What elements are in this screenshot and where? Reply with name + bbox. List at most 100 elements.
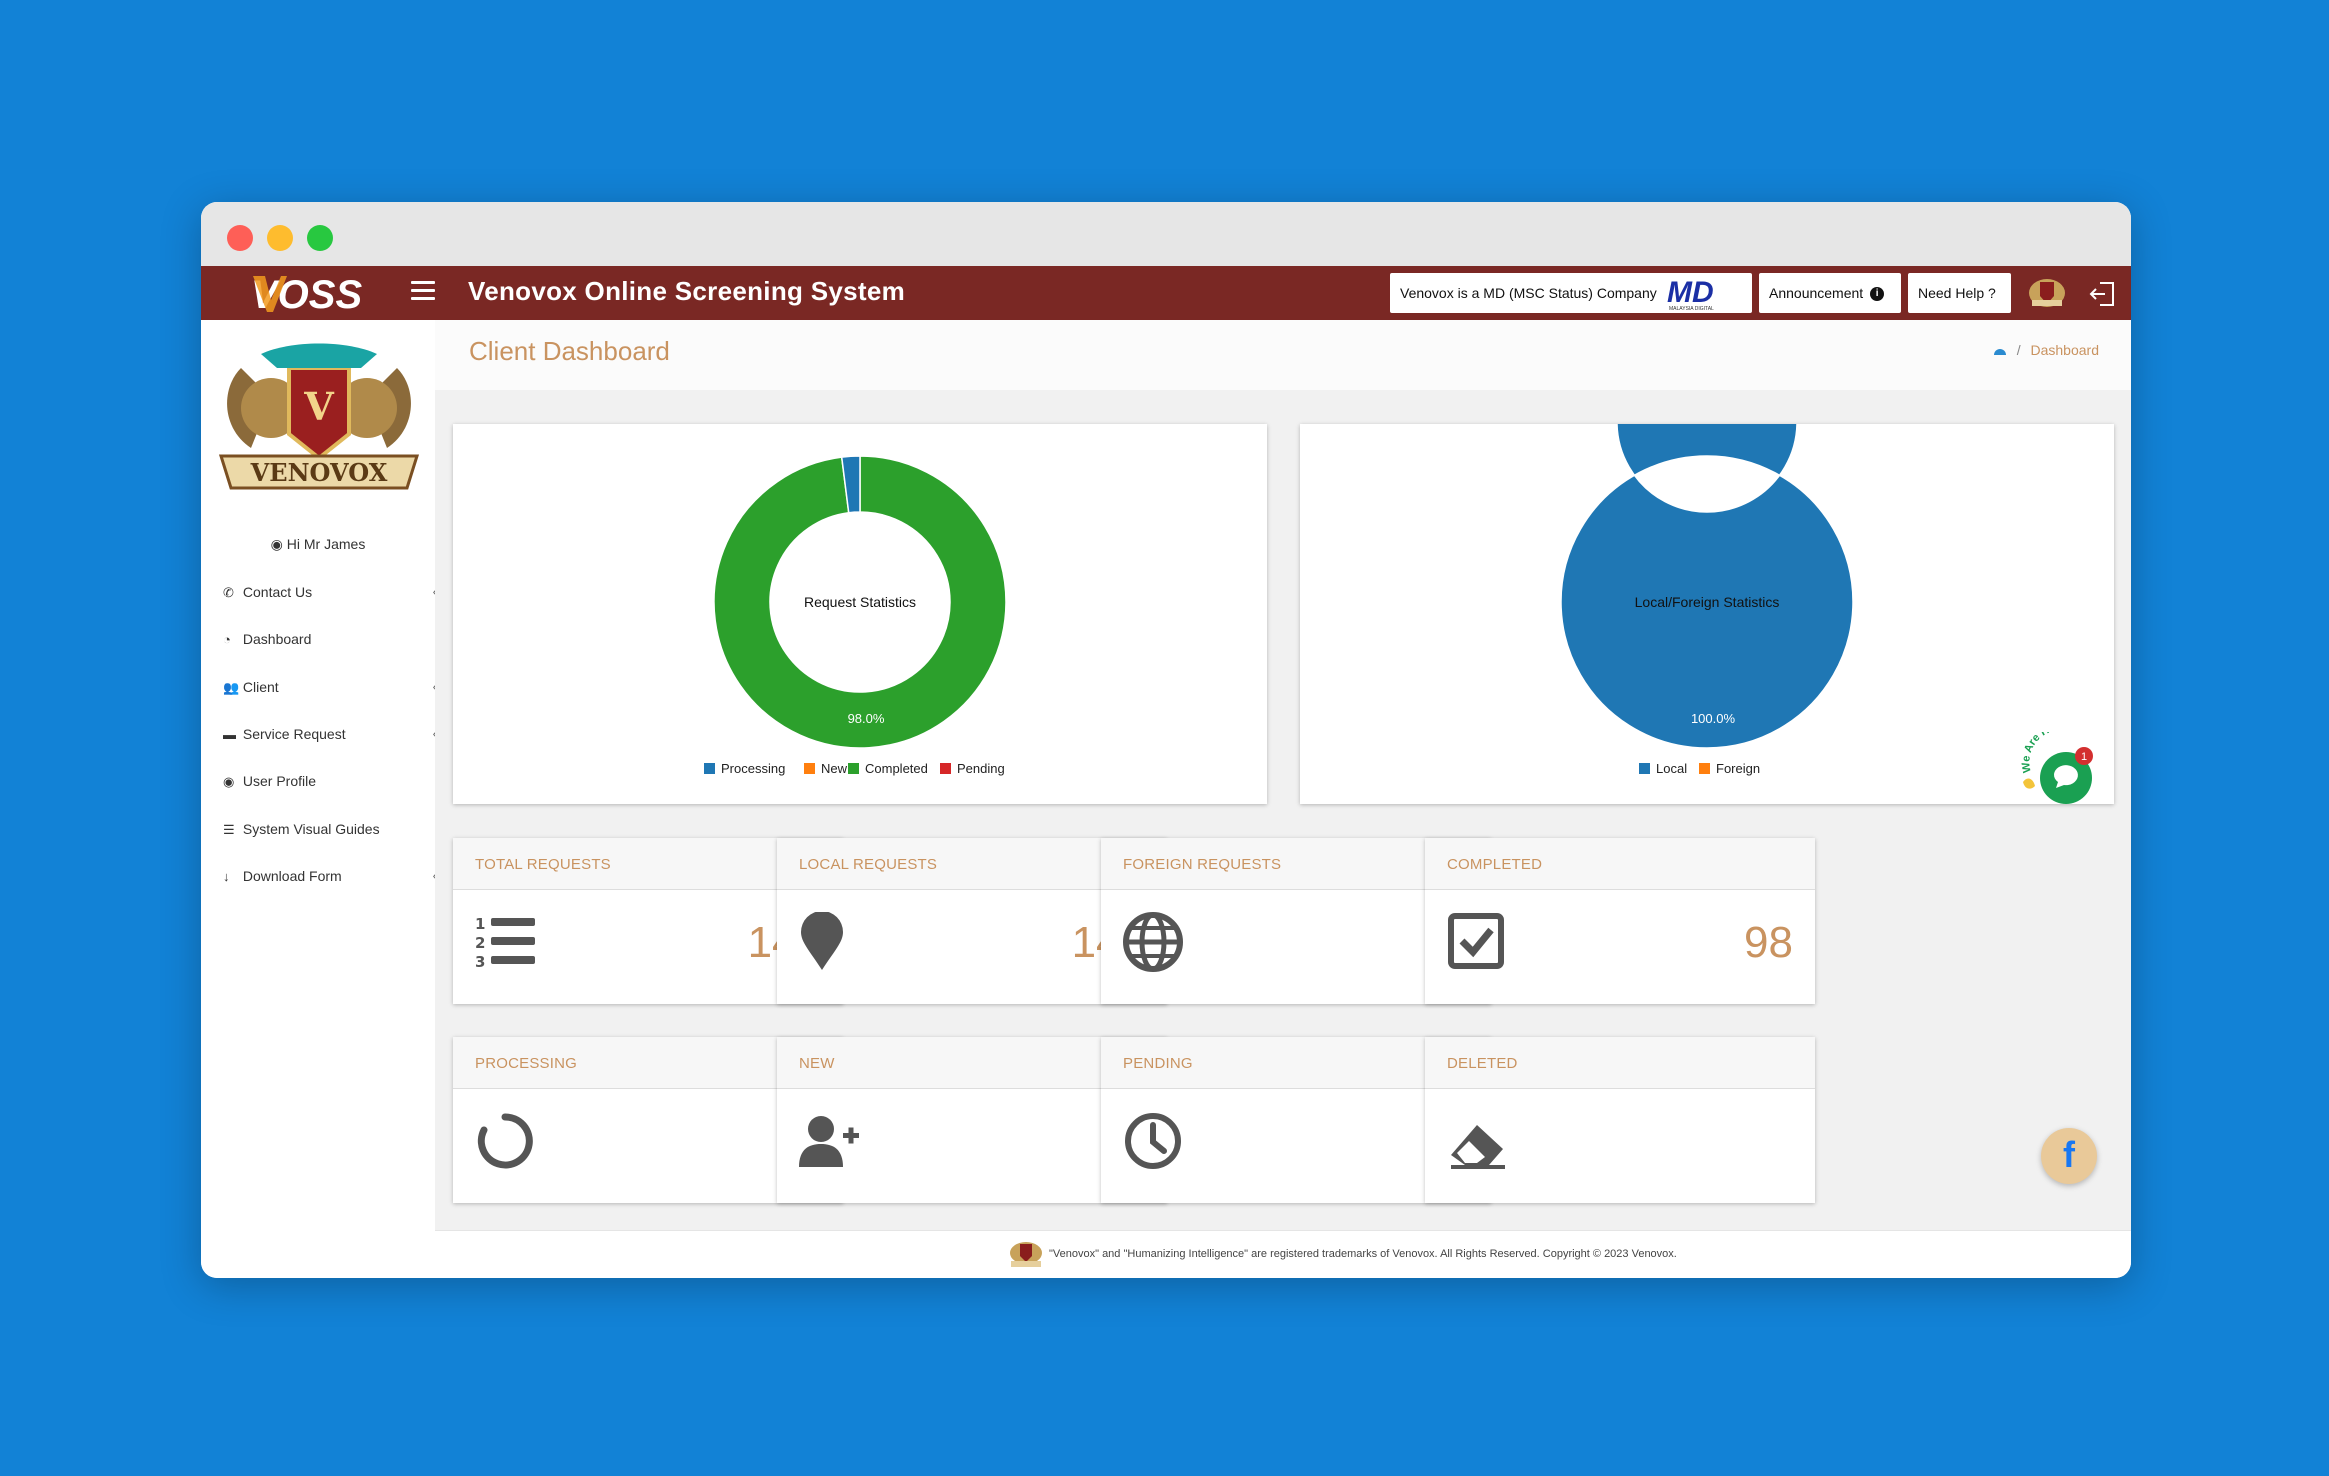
clock-icon xyxy=(1125,1113,1181,1169)
legend-swatch xyxy=(848,763,859,774)
svg-text:1: 1 xyxy=(2081,751,2087,763)
legend-swatch xyxy=(704,763,715,774)
menu-toggle-button[interactable] xyxy=(411,281,435,301)
sidebar-item-label: User Profile xyxy=(242,773,317,789)
eraser-icon xyxy=(1451,1125,1505,1169)
announcement-label: Announcement xyxy=(1769,285,1864,301)
dashboard-icon xyxy=(1993,349,2006,355)
sidebar-item-dashboard[interactable]: ◔ Dashboard xyxy=(223,631,437,653)
user-circle-icon: ◉ xyxy=(270,536,283,552)
svg-text:VENOVOX: VENOVOX xyxy=(250,458,388,487)
need-help-button[interactable]: Need Help ? xyxy=(1908,273,2011,313)
legend-swatch xyxy=(1639,763,1650,774)
sidebar-item-download-form[interactable]: ↓ Download Form ‹ xyxy=(223,868,437,890)
info-icon: i xyxy=(1870,287,1885,302)
sidebar-item-system-visual-guides[interactable]: ☰ System Visual Guides xyxy=(223,821,437,843)
legend-label[interactable]: Local xyxy=(1656,761,1687,776)
breadcrumb: / Dashboard xyxy=(1993,342,2099,358)
svg-text:V: V xyxy=(303,384,335,429)
numbered-list-icon: 1 2 3 xyxy=(475,915,535,971)
content-header: Client Dashboard / Dashboard xyxy=(435,320,2131,390)
voss-logo[interactable]: VOSS xyxy=(247,270,383,316)
sidebar-item-label: Client xyxy=(242,679,279,695)
dashboard-icon: ◔ xyxy=(223,632,231,647)
top-navbar: VOSS Venovox Online Screening System Ven… xyxy=(201,266,2131,320)
legend-swatch xyxy=(804,763,815,774)
svg-text:MD: MD xyxy=(1667,276,1714,309)
announcement-button[interactable]: Announcement i xyxy=(1759,273,1901,313)
need-help-label: Need Help ? xyxy=(1918,285,1996,301)
car-icon: ▬ xyxy=(223,727,236,742)
legend-label[interactable]: Foreign xyxy=(1716,761,1760,776)
legend-swatch xyxy=(940,763,951,774)
sidebar-item-label: Dashboard xyxy=(242,631,312,647)
maximize-window-button[interactable] xyxy=(307,225,333,251)
page-title: Client Dashboard xyxy=(469,336,670,366)
venovox-crest-logo: V VENOVOX xyxy=(218,343,420,490)
users-icon: 👥 xyxy=(223,680,240,695)
sidebar-item-contact-us[interactable]: ✆ Contact Us ‹ xyxy=(223,584,437,606)
facebook-widget-button[interactable]: f xyxy=(2041,1128,2097,1184)
checkbox-icon xyxy=(1448,913,1504,969)
completed-card[interactable]: COMPLETED 98 xyxy=(1425,838,1815,1004)
chart-center-title: Local/Foreign Statistics xyxy=(1635,594,1780,610)
user-greeting: ◉ Hi Mr James xyxy=(201,536,435,553)
main-content: Client Dashboard / Dashboard Request Sta… xyxy=(435,320,2131,1278)
footer-copyright: "Venovox" and "Humanizing Intelligence" … xyxy=(1049,1248,1677,1260)
download-icon: ↓ xyxy=(223,869,230,884)
slice-percent-label: 98.0% xyxy=(848,711,885,726)
legend-label[interactable]: Completed xyxy=(865,761,928,776)
logout-icon[interactable] xyxy=(2089,280,2117,308)
venovox-crest-small-icon xyxy=(1010,1242,1042,1267)
deleted-card[interactable]: DELETED xyxy=(1425,1037,1815,1203)
footer: "Venovox" and "Humanizing Intelligence" … xyxy=(435,1230,2131,1278)
msc-status-label: Venovox is a MD (MSC Status) Company xyxy=(1400,285,1657,301)
stat-label: COMPLETED xyxy=(1447,856,1543,873)
sidebar-item-label: Service Request xyxy=(242,726,346,742)
local-foreign-statistics-chart: Local/Foreign Statistics 100.0% Local Forei… xyxy=(1560,424,1854,776)
crest-icon[interactable] xyxy=(2026,274,2068,312)
stat-label: PROCESSING xyxy=(475,1055,578,1072)
user-plus-icon xyxy=(799,1116,859,1167)
md-logo: MD MALAYSIA DIGITAL xyxy=(1667,276,1714,312)
minimize-window-button[interactable] xyxy=(267,225,293,251)
svg-text:MALAYSIA DIGITAL: MALAYSIA DIGITAL xyxy=(1669,306,1714,312)
svg-text:2: 2 xyxy=(475,934,485,952)
globe-icon xyxy=(1123,912,1183,972)
sidebar-item-label: System Visual Guides xyxy=(242,821,380,837)
list-icon: ☰ xyxy=(223,822,235,837)
request-statistics-chart-card: Request Statistics 98.0% Processing New Comp… xyxy=(453,424,1267,804)
slice-percent-label: 100.0% xyxy=(1691,711,1736,726)
stat-label: LOCAL REQUESTS xyxy=(799,856,938,873)
breadcrumb-separator: / xyxy=(2016,342,2021,358)
sidebar-item-client[interactable]: 👥 Client ‹ xyxy=(223,679,437,701)
app-title: Venovox Online Screening System xyxy=(468,276,906,306)
msc-status-badge[interactable]: Venovox is a MD (MSC Status) Company MD … xyxy=(1390,273,1752,313)
sidebar-item-label: Contact Us xyxy=(242,584,313,600)
phone-icon: ✆ xyxy=(223,585,234,600)
sidebar-item-user-profile[interactable]: ◉ User Profile xyxy=(223,773,437,795)
breadcrumb-dashboard-link[interactable]: Dashboard xyxy=(2031,342,2100,358)
stat-value: 98 xyxy=(1744,918,1793,967)
legend-label[interactable]: Processing xyxy=(721,761,785,776)
sidebar: V VENOVOX ◉ Hi Mr James ✆ Contact Us ‹ ◔… xyxy=(201,320,437,1278)
svg-text:1: 1 xyxy=(475,915,485,933)
close-window-button[interactable] xyxy=(227,225,253,251)
legend-label[interactable]: Pending xyxy=(957,761,1005,776)
chat-widget[interactable]: We Are Here! 1 xyxy=(2021,732,2101,812)
greeting-text: Hi Mr James xyxy=(286,536,366,552)
local-foreign-statistics-chart-card: Local/Foreign Statistics 100.0% Local Forei… xyxy=(1300,424,2114,804)
stat-label: FOREIGN REQUESTS xyxy=(1123,856,1282,873)
legend-label[interactable]: New xyxy=(821,761,848,776)
facebook-icon: f xyxy=(2063,1134,2075,1175)
svg-text:3: 3 xyxy=(475,953,485,971)
stat-label: DELETED xyxy=(1447,1055,1518,1072)
window-titlebar xyxy=(201,202,2131,266)
donut-slice-local[interactable] xyxy=(1560,424,1854,749)
map-marker-icon xyxy=(801,912,843,970)
sidebar-item-label: Download Form xyxy=(242,868,342,884)
sidebar-item-service-request[interactable]: ▬ Service Request ‹ xyxy=(223,726,437,748)
user-icon: ◉ xyxy=(223,774,235,789)
legend-swatch xyxy=(1699,763,1710,774)
stat-label: PENDING xyxy=(1123,1055,1193,1072)
